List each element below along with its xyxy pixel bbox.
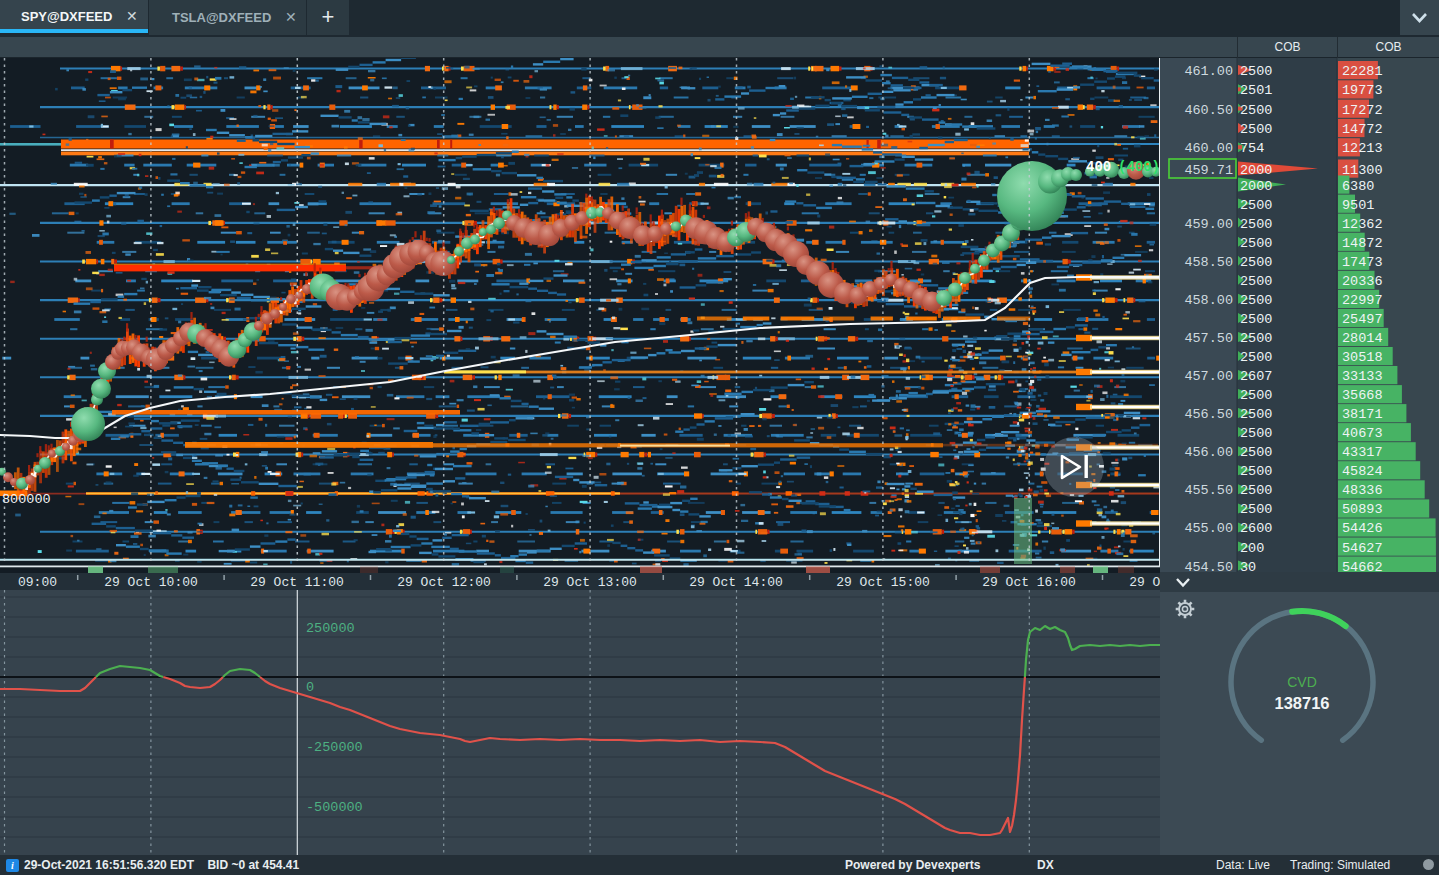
svg-text:6380: 6380 [1342,179,1374,194]
svg-text:455.50: 455.50 [1184,483,1233,498]
svg-text:35668: 35668 [1342,388,1383,403]
svg-text:14872: 14872 [1342,236,1383,251]
svg-text:2500: 2500 [1240,293,1272,308]
svg-text:2500: 2500 [1240,236,1272,251]
svg-text:459.71: 459.71 [1184,163,1233,178]
svg-text:2500: 2500 [1240,331,1272,346]
svg-text:29 Oct 11:00: 29 Oct 11:00 [250,575,344,590]
svg-text:138716: 138716 [1274,694,1329,712]
svg-text:2500: 2500 [1240,64,1272,79]
svg-text:455.00: 455.00 [1184,521,1233,536]
svg-text:40673: 40673 [1342,426,1383,441]
svg-text:2000: 2000 [1240,163,1272,178]
svg-text:2500: 2500 [1240,312,1272,327]
svg-text:19773: 19773 [1342,83,1383,98]
svg-text:25497: 25497 [1342,312,1383,327]
svg-text:2500: 2500 [1240,103,1272,118]
svg-text:458.50: 458.50 [1184,255,1233,270]
svg-text:30: 30 [1240,560,1256,573]
svg-text:9501: 9501 [1342,198,1374,213]
svg-text:456.00: 456.00 [1184,445,1233,460]
svg-text:754: 754 [1240,141,1264,156]
svg-text:2607: 2607 [1240,369,1272,384]
svg-text:50893: 50893 [1342,502,1383,517]
svg-text:2500: 2500 [1240,274,1272,289]
svg-text:-500000: -500000 [306,800,363,815]
svg-text:14772: 14772 [1342,122,1383,137]
svg-text:457.00: 457.00 [1184,369,1233,384]
svg-text:458.00: 458.00 [1184,293,1233,308]
svg-text:2500: 2500 [1240,255,1272,270]
svg-text:2500: 2500 [1240,122,1272,137]
svg-text:2500: 2500 [1240,407,1272,422]
svg-text:29 Oct 12:00: 29 Oct 12:00 [397,575,491,590]
svg-text:2500: 2500 [1240,502,1272,517]
svg-text:(400): (400) [1118,159,1160,175]
svg-text:2500: 2500 [1240,464,1272,479]
svg-text:29 Oct 10:00: 29 Oct 10:00 [104,575,198,590]
svg-text:29 Oct 16:00: 29 Oct 16:00 [982,575,1076,590]
svg-text:454.50: 454.50 [1184,560,1233,573]
svg-text:2500: 2500 [1240,388,1272,403]
svg-text:45824: 45824 [1342,464,1383,479]
svg-text:43317: 43317 [1342,445,1383,460]
svg-text:09:00: 09:00 [18,575,57,590]
svg-text:17272: 17272 [1342,103,1383,118]
svg-text:-250000: -250000 [306,740,363,755]
svg-text:22997: 22997 [1342,293,1383,308]
svg-text:38171: 38171 [1342,407,1383,422]
svg-text:2500: 2500 [1240,217,1272,232]
svg-text:48336: 48336 [1342,483,1383,498]
svg-text:28014: 28014 [1342,331,1383,346]
svg-text:456.50: 456.50 [1184,407,1233,422]
svg-text:2500: 2500 [1240,445,1272,460]
svg-text:459.00: 459.00 [1184,217,1233,232]
svg-text:400: 400 [1086,159,1111,175]
svg-text:2500: 2500 [1240,198,1272,213]
svg-text:457.50: 457.50 [1184,331,1233,346]
svg-text:17473: 17473 [1342,255,1383,270]
svg-text:461.00: 461.00 [1184,64,1233,79]
svg-text:29 Oct 13:00: 29 Oct 13:00 [543,575,637,590]
svg-text:460.50: 460.50 [1184,103,1233,118]
svg-text:54426: 54426 [1342,521,1383,536]
svg-text:0: 0 [306,680,314,695]
svg-text:2500: 2500 [1240,426,1272,441]
svg-text:33133: 33133 [1342,369,1383,384]
svg-text:54627: 54627 [1342,541,1383,556]
svg-text:29 Oct 14:00: 29 Oct 14:00 [689,575,783,590]
svg-text:460.00: 460.00 [1184,141,1233,156]
svg-text:12362: 12362 [1342,217,1383,232]
svg-text:54662: 54662 [1342,560,1383,573]
svg-text:29 Oct 15:00: 29 Oct 15:00 [836,575,930,590]
svg-text:200: 200 [1240,541,1264,556]
svg-text:2000: 2000 [1240,179,1272,194]
svg-text:CVD: CVD [1287,674,1317,690]
svg-text:30518: 30518 [1342,350,1383,365]
svg-text:250000: 250000 [306,621,355,636]
svg-text:20336: 20336 [1342,274,1383,289]
svg-text:2600: 2600 [1240,521,1272,536]
svg-text:800000: 800000 [2,492,51,507]
svg-text:2501: 2501 [1240,83,1272,98]
svg-text:12213: 12213 [1342,141,1383,156]
svg-text:22281: 22281 [1342,64,1383,79]
svg-text:2500: 2500 [1240,350,1272,365]
svg-text:11300: 11300 [1342,163,1383,178]
svg-text:2500: 2500 [1240,483,1272,498]
